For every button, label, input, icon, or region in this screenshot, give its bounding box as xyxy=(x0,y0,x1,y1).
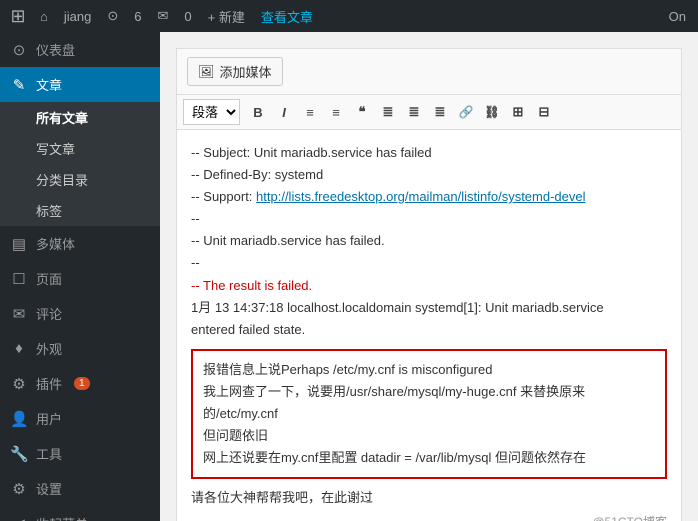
error-line2b: 的/etc/my.cnf xyxy=(203,403,655,425)
dashboard-icon: ⊙ xyxy=(10,41,28,59)
content-line8b: entered failed state. xyxy=(191,319,667,341)
error-line2: 我上网查了一下，说要用/usr/share/mysql/my-huge.cnf … xyxy=(203,381,655,403)
collapse-label: 收起菜单 xyxy=(36,514,88,521)
blockquote-button[interactable]: ❝ xyxy=(350,100,374,124)
home-icon: ⌂ xyxy=(40,9,48,24)
sidebar-item-posts[interactable]: ✎ 文章 xyxy=(0,67,160,102)
site-name[interactable]: jiang xyxy=(64,9,91,24)
sidebar-item-appearance[interactable]: ♦ 外观 xyxy=(0,331,160,366)
editor-wrap: 🖼 添加媒体 段落 B I ≡ ≡ ❝ ≣ ≣ ≣ 🔗 ⛓ ⊞ ⊟ xyxy=(176,48,682,521)
posts-submenu: 所有文章 写文章 分类目录 标签 xyxy=(0,102,160,226)
main-content: 🖼 添加媒体 段落 B I ≡ ≡ ❝ ≣ ≣ ≣ 🔗 ⛓ ⊞ ⊟ xyxy=(160,0,698,521)
comments-icon: ✉ xyxy=(157,8,168,24)
plugins-label: 插件 xyxy=(36,374,62,393)
dashboard-label: 仪表盘 xyxy=(36,40,75,59)
pages-icon: ☐ xyxy=(10,270,28,288)
error-line1: 报错信息上说Perhaps /etc/my.cnf is misconfigur… xyxy=(203,359,655,381)
appearance-label: 外观 xyxy=(36,339,62,358)
add-media-label: 添加媒体 xyxy=(220,62,272,81)
comments-menu-icon: ✉ xyxy=(10,305,28,323)
view-posts-btn[interactable]: 查看文章 xyxy=(261,7,313,26)
plugins-icon: ⚙ xyxy=(10,375,28,393)
users-label: 用户 xyxy=(36,409,62,428)
add-media-icon: 🖼 xyxy=(198,64,215,80)
sidebar-item-comments[interactable]: ✉ 评论 xyxy=(0,296,160,331)
tools-icon: 🔧 xyxy=(10,445,28,463)
sidebar: ⊙ 仪表盘 ✎ 文章 所有文章 写文章 分类目录 标签 ▤ 多媒体 ☐ 页面 ✉… xyxy=(0,0,160,521)
support-link[interactable]: http://lists.freedesktop.org/mailman/lis… xyxy=(256,189,585,204)
sidebar-item-collapse[interactable]: ◀ 收起菜单 xyxy=(0,506,160,521)
content-line2: -- Defined-By: systemd xyxy=(191,164,667,186)
more-button[interactable]: ⊞ xyxy=(506,100,530,124)
support-prefix: -- Support: xyxy=(191,189,256,204)
collapse-icon: ◀ xyxy=(10,515,28,521)
add-media-bar: 🖼 添加媒体 xyxy=(177,49,681,95)
appearance-icon: ♦ xyxy=(10,340,28,357)
on-label: On xyxy=(669,9,686,24)
list-ul-button[interactable]: ≡ xyxy=(298,100,322,124)
sidebar-item-users[interactable]: 👤 用户 xyxy=(0,401,160,436)
thank-line: 请各位大神帮帮我吧，在此谢过 xyxy=(191,487,667,509)
sidebar-item-tags[interactable]: 标签 xyxy=(0,195,160,226)
settings-icon: ⚙ xyxy=(10,480,28,498)
italic-button[interactable]: I xyxy=(272,100,296,124)
media-label: 多媒体 xyxy=(36,234,75,253)
content-line8: 1月 13 14:37:18 localhost.localdomain sys… xyxy=(191,297,667,319)
sidebar-item-plugins[interactable]: ⚙ 插件 1 xyxy=(0,366,160,401)
list-ol-button[interactable]: ≡ xyxy=(324,100,348,124)
content-line4: -- xyxy=(191,208,667,230)
sidebar-item-all-posts[interactable]: 所有文章 xyxy=(0,102,160,133)
posts-icon: ✎ xyxy=(10,76,28,94)
new-post-btn[interactable]: + 新建 xyxy=(208,7,245,26)
editor-content[interactable]: -- Subject: Unit mariadb.service has fai… xyxy=(177,130,681,521)
bold-button[interactable]: B xyxy=(246,100,270,124)
content-line1: -- Subject: Unit mariadb.service has fai… xyxy=(191,142,667,164)
align-center-button[interactable]: ≣ xyxy=(402,100,426,124)
error-line4: 网上还说要在my.cnf里配置 datadir = /var/lib/mysql… xyxy=(203,447,655,469)
content-area: 🖼 添加媒体 段落 B I ≡ ≡ ❝ ≣ ≣ ≣ 🔗 ⛓ ⊞ ⊟ xyxy=(160,32,698,521)
unlink-button[interactable]: ⛓ xyxy=(480,100,504,124)
content-line5: -- Unit mariadb.service has failed. xyxy=(191,230,667,252)
plugins-badge: 1 xyxy=(74,377,90,390)
sidebar-item-categories[interactable]: 分类目录 xyxy=(0,164,160,195)
users-icon: 👤 xyxy=(10,410,28,428)
paragraph-select[interactable]: 段落 xyxy=(183,99,240,125)
comments-count: 0 xyxy=(184,9,191,24)
wp-logo-icon: ⊞ xyxy=(8,6,28,26)
posts-label: 文章 xyxy=(36,75,62,94)
content-line6: -- xyxy=(191,252,667,274)
pages-label: 页面 xyxy=(36,269,62,288)
sidebar-item-pages[interactable]: ☐ 页面 xyxy=(0,261,160,296)
link-button[interactable]: 🔗 xyxy=(454,100,478,124)
sidebar-item-media[interactable]: ▤ 多媒体 xyxy=(0,226,160,261)
footer-note: @51CTO博客 xyxy=(191,513,667,521)
fullscreen-button[interactable]: ⊟ xyxy=(532,100,556,124)
updates-icon: ⊙ xyxy=(107,8,118,24)
align-left-button[interactable]: ≣ xyxy=(376,100,400,124)
sidebar-item-settings[interactable]: ⚙ 设置 xyxy=(0,471,160,506)
content-line7: -- The result is failed. xyxy=(191,275,667,297)
settings-label: 设置 xyxy=(36,479,62,498)
comments-menu-label: 评论 xyxy=(36,304,62,323)
content-line3: -- Support: http://lists.freedesktop.org… xyxy=(191,186,667,208)
media-icon: ▤ xyxy=(10,235,28,253)
sidebar-item-dashboard[interactable]: ⊙ 仪表盘 xyxy=(0,32,160,67)
admin-bar: ⊞ ⌂ jiang ⊙ 6 ✉ 0 + 新建 查看文章 On xyxy=(0,0,698,32)
error-box: 报错信息上说Perhaps /etc/my.cnf is misconfigur… xyxy=(191,349,667,479)
sidebar-item-new-post[interactable]: 写文章 xyxy=(0,133,160,164)
updates-count: 6 xyxy=(134,9,141,24)
align-right-button[interactable]: ≣ xyxy=(428,100,452,124)
editor-toolbar: 段落 B I ≡ ≡ ❝ ≣ ≣ ≣ 🔗 ⛓ ⊞ ⊟ xyxy=(177,95,681,130)
sidebar-item-tools[interactable]: 🔧 工具 xyxy=(0,436,160,471)
add-media-button[interactable]: 🖼 添加媒体 xyxy=(187,57,283,86)
error-line3: 但问题依旧 xyxy=(203,425,655,447)
tools-label: 工具 xyxy=(36,444,62,463)
